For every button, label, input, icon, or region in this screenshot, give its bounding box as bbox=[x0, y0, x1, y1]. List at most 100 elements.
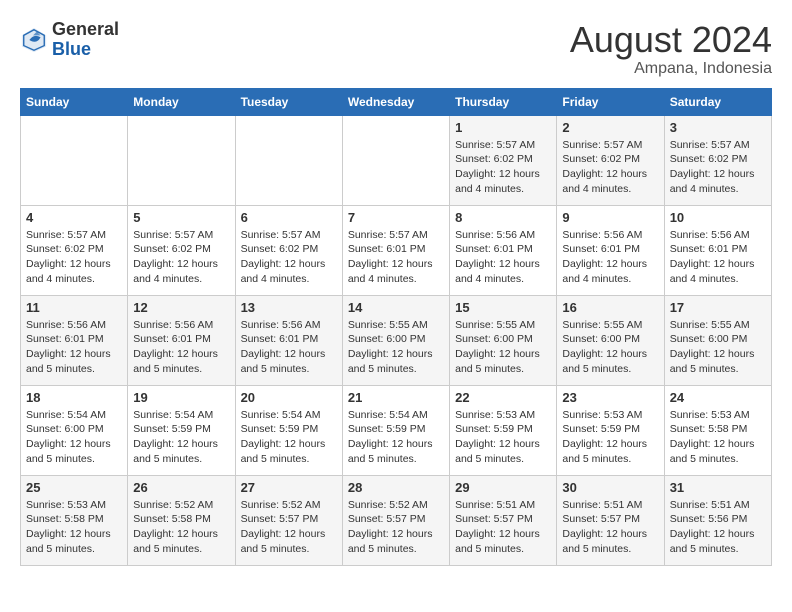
day-number: 16 bbox=[562, 300, 658, 315]
weekday-header-monday: Monday bbox=[128, 88, 235, 115]
cell-content: Sunrise: 5:57 AM Sunset: 6:02 PM Dayligh… bbox=[670, 138, 766, 197]
day-number: 26 bbox=[133, 480, 229, 495]
calendar-cell: 3 Sunrise: 5:57 AM Sunset: 6:02 PM Daylig… bbox=[664, 115, 771, 205]
calendar-week-row: 4Sunrise: 5:57 AM Sunset: 6:02 PM Daylig… bbox=[21, 205, 772, 295]
cell-content: Sunrise: 5:54 AM Sunset: 5:59 PM Dayligh… bbox=[241, 408, 337, 467]
cell-content: Sunrise: 5:52 AM Sunset: 5:57 PM Dayligh… bbox=[348, 498, 444, 557]
cell-content: Sunrise: 5:56 AM Sunset: 6:01 PM Dayligh… bbox=[241, 318, 337, 377]
weekday-header-tuesday: Tuesday bbox=[235, 88, 342, 115]
calendar-cell: 6 Sunrise: 5:57 AM Sunset: 6:02 PM Daylig… bbox=[235, 205, 342, 295]
calendar-cell bbox=[342, 115, 449, 205]
calendar-cell: 20 Sunrise: 5:54 AM Sunset: 5:59 PM Dayli… bbox=[235, 385, 342, 475]
cell-content: Sunrise: 5:51 AM Sunset: 5:57 PM Dayligh… bbox=[562, 498, 658, 557]
calendar-cell: 9 Sunrise: 5:56 AM Sunset: 6:01 PM Daylig… bbox=[557, 205, 664, 295]
day-number: 9 bbox=[562, 210, 658, 225]
weekday-header-saturday: Saturday bbox=[664, 88, 771, 115]
calendar-cell: 26Sunrise: 5:52 AM Sunset: 5:58 PM Dayli… bbox=[128, 475, 235, 565]
month-year: August 2024 bbox=[570, 20, 772, 60]
cell-content: Sunrise: 5:55 AM Sunset: 6:00 PM Dayligh… bbox=[455, 318, 551, 377]
calendar-cell: 24Sunrise: 5:53 AM Sunset: 5:58 PM Dayli… bbox=[664, 385, 771, 475]
cell-content: Sunrise: 5:56 AM Sunset: 6:01 PM Dayligh… bbox=[670, 228, 766, 287]
cell-content: Sunrise: 5:54 AM Sunset: 6:00 PM Dayligh… bbox=[26, 408, 122, 467]
calendar-cell: 17 Sunrise: 5:55 AM Sunset: 6:00 PM Dayli… bbox=[664, 295, 771, 385]
calendar-week-row: 25 Sunrise: 5:53 AM Sunset: 5:58 PM Dayli… bbox=[21, 475, 772, 565]
calendar-week-row: 1 Sunrise: 5:57 AM Sunset: 6:02 PM Daylig… bbox=[21, 115, 772, 205]
calendar-cell: 8Sunrise: 5:56 AM Sunset: 6:01 PM Daylig… bbox=[450, 205, 557, 295]
calendar-cell: 7Sunrise: 5:57 AM Sunset: 6:01 PM Daylig… bbox=[342, 205, 449, 295]
calendar-cell: 11 Sunrise: 5:56 AM Sunset: 6:01 PM Dayli… bbox=[21, 295, 128, 385]
calendar-table: SundayMondayTuesdayWednesdayThursdayFrid… bbox=[20, 88, 772, 566]
day-number: 25 bbox=[26, 480, 122, 495]
day-number: 27 bbox=[241, 480, 337, 495]
calendar-cell: 22 Sunrise: 5:53 AM Sunset: 5:59 PM Dayli… bbox=[450, 385, 557, 475]
logo: General Blue bbox=[20, 20, 119, 60]
day-number: 22 bbox=[455, 390, 551, 405]
calendar-cell: 15 Sunrise: 5:55 AM Sunset: 6:00 PM Dayli… bbox=[450, 295, 557, 385]
day-number: 3 bbox=[670, 120, 766, 135]
day-number: 14 bbox=[348, 300, 444, 315]
location: Ampana, Indonesia bbox=[570, 60, 772, 78]
calendar-cell: 19 Sunrise: 5:54 AM Sunset: 5:59 PM Dayli… bbox=[128, 385, 235, 475]
calendar-cell bbox=[21, 115, 128, 205]
cell-content: Sunrise: 5:55 AM Sunset: 6:00 PM Dayligh… bbox=[348, 318, 444, 377]
day-number: 29 bbox=[455, 480, 551, 495]
calendar-cell: 1 Sunrise: 5:57 AM Sunset: 6:02 PM Daylig… bbox=[450, 115, 557, 205]
calendar-cell: 18Sunrise: 5:54 AM Sunset: 6:00 PM Dayli… bbox=[21, 385, 128, 475]
cell-content: Sunrise: 5:56 AM Sunset: 6:01 PM Dayligh… bbox=[26, 318, 122, 377]
cell-content: Sunrise: 5:57 AM Sunset: 6:02 PM Dayligh… bbox=[26, 228, 122, 287]
cell-content: Sunrise: 5:56 AM Sunset: 6:01 PM Dayligh… bbox=[133, 318, 229, 377]
cell-content: Sunrise: 5:55 AM Sunset: 6:00 PM Dayligh… bbox=[562, 318, 658, 377]
day-number: 28 bbox=[348, 480, 444, 495]
calendar-cell bbox=[128, 115, 235, 205]
calendar-cell: 4Sunrise: 5:57 AM Sunset: 6:02 PM Daylig… bbox=[21, 205, 128, 295]
day-number: 31 bbox=[670, 480, 766, 495]
day-number: 30 bbox=[562, 480, 658, 495]
day-number: 5 bbox=[133, 210, 229, 225]
weekday-header-row: SundayMondayTuesdayWednesdayThursdayFrid… bbox=[21, 88, 772, 115]
cell-content: Sunrise: 5:56 AM Sunset: 6:01 PM Dayligh… bbox=[562, 228, 658, 287]
day-number: 13 bbox=[241, 300, 337, 315]
cell-content: Sunrise: 5:52 AM Sunset: 5:57 PM Dayligh… bbox=[241, 498, 337, 557]
cell-content: Sunrise: 5:51 AM Sunset: 5:57 PM Dayligh… bbox=[455, 498, 551, 557]
cell-content: Sunrise: 5:53 AM Sunset: 5:59 PM Dayligh… bbox=[562, 408, 658, 467]
cell-content: Sunrise: 5:57 AM Sunset: 6:02 PM Dayligh… bbox=[241, 228, 337, 287]
calendar-cell: 29 Sunrise: 5:51 AM Sunset: 5:57 PM Dayli… bbox=[450, 475, 557, 565]
calendar-cell: 5Sunrise: 5:57 AM Sunset: 6:02 PM Daylig… bbox=[128, 205, 235, 295]
day-number: 6 bbox=[241, 210, 337, 225]
calendar-cell: 31 Sunrise: 5:51 AM Sunset: 5:56 PM Dayli… bbox=[664, 475, 771, 565]
day-number: 12 bbox=[133, 300, 229, 315]
cell-content: Sunrise: 5:55 AM Sunset: 6:00 PM Dayligh… bbox=[670, 318, 766, 377]
cell-content: Sunrise: 5:54 AM Sunset: 5:59 PM Dayligh… bbox=[133, 408, 229, 467]
cell-content: Sunrise: 5:57 AM Sunset: 6:01 PM Dayligh… bbox=[348, 228, 444, 287]
cell-content: Sunrise: 5:51 AM Sunset: 5:56 PM Dayligh… bbox=[670, 498, 766, 557]
day-number: 11 bbox=[26, 300, 122, 315]
weekday-header-sunday: Sunday bbox=[21, 88, 128, 115]
cell-content: Sunrise: 5:54 AM Sunset: 5:59 PM Dayligh… bbox=[348, 408, 444, 467]
calendar-cell: 2 Sunrise: 5:57 AM Sunset: 6:02 PM Daylig… bbox=[557, 115, 664, 205]
cell-content: Sunrise: 5:57 AM Sunset: 6:02 PM Dayligh… bbox=[562, 138, 658, 197]
calendar-cell: 14 Sunrise: 5:55 AM Sunset: 6:00 PM Dayli… bbox=[342, 295, 449, 385]
calendar-cell: 27 Sunrise: 5:52 AM Sunset: 5:57 PM Dayli… bbox=[235, 475, 342, 565]
day-number: 15 bbox=[455, 300, 551, 315]
day-number: 8 bbox=[455, 210, 551, 225]
cell-content: Sunrise: 5:53 AM Sunset: 5:58 PM Dayligh… bbox=[26, 498, 122, 557]
calendar-week-row: 11 Sunrise: 5:56 AM Sunset: 6:01 PM Dayli… bbox=[21, 295, 772, 385]
calendar-cell: 25 Sunrise: 5:53 AM Sunset: 5:58 PM Dayli… bbox=[21, 475, 128, 565]
title-block: August 2024 Ampana, Indonesia bbox=[570, 20, 772, 78]
day-number: 10 bbox=[670, 210, 766, 225]
logo-icon bbox=[20, 26, 48, 54]
day-number: 17 bbox=[670, 300, 766, 315]
logo-general: General bbox=[52, 20, 119, 40]
calendar-cell: 28 Sunrise: 5:52 AM Sunset: 5:57 PM Dayli… bbox=[342, 475, 449, 565]
day-number: 1 bbox=[455, 120, 551, 135]
calendar-cell bbox=[235, 115, 342, 205]
calendar-cell: 10 Sunrise: 5:56 AM Sunset: 6:01 PM Dayli… bbox=[664, 205, 771, 295]
cell-content: Sunrise: 5:53 AM Sunset: 5:59 PM Dayligh… bbox=[455, 408, 551, 467]
day-number: 20 bbox=[241, 390, 337, 405]
day-number: 24 bbox=[670, 390, 766, 405]
calendar-cell: 13 Sunrise: 5:56 AM Sunset: 6:01 PM Dayli… bbox=[235, 295, 342, 385]
calendar-cell: 30 Sunrise: 5:51 AM Sunset: 5:57 PM Dayli… bbox=[557, 475, 664, 565]
day-number: 2 bbox=[562, 120, 658, 135]
cell-content: Sunrise: 5:57 AM Sunset: 6:02 PM Dayligh… bbox=[455, 138, 551, 197]
day-number: 19 bbox=[133, 390, 229, 405]
